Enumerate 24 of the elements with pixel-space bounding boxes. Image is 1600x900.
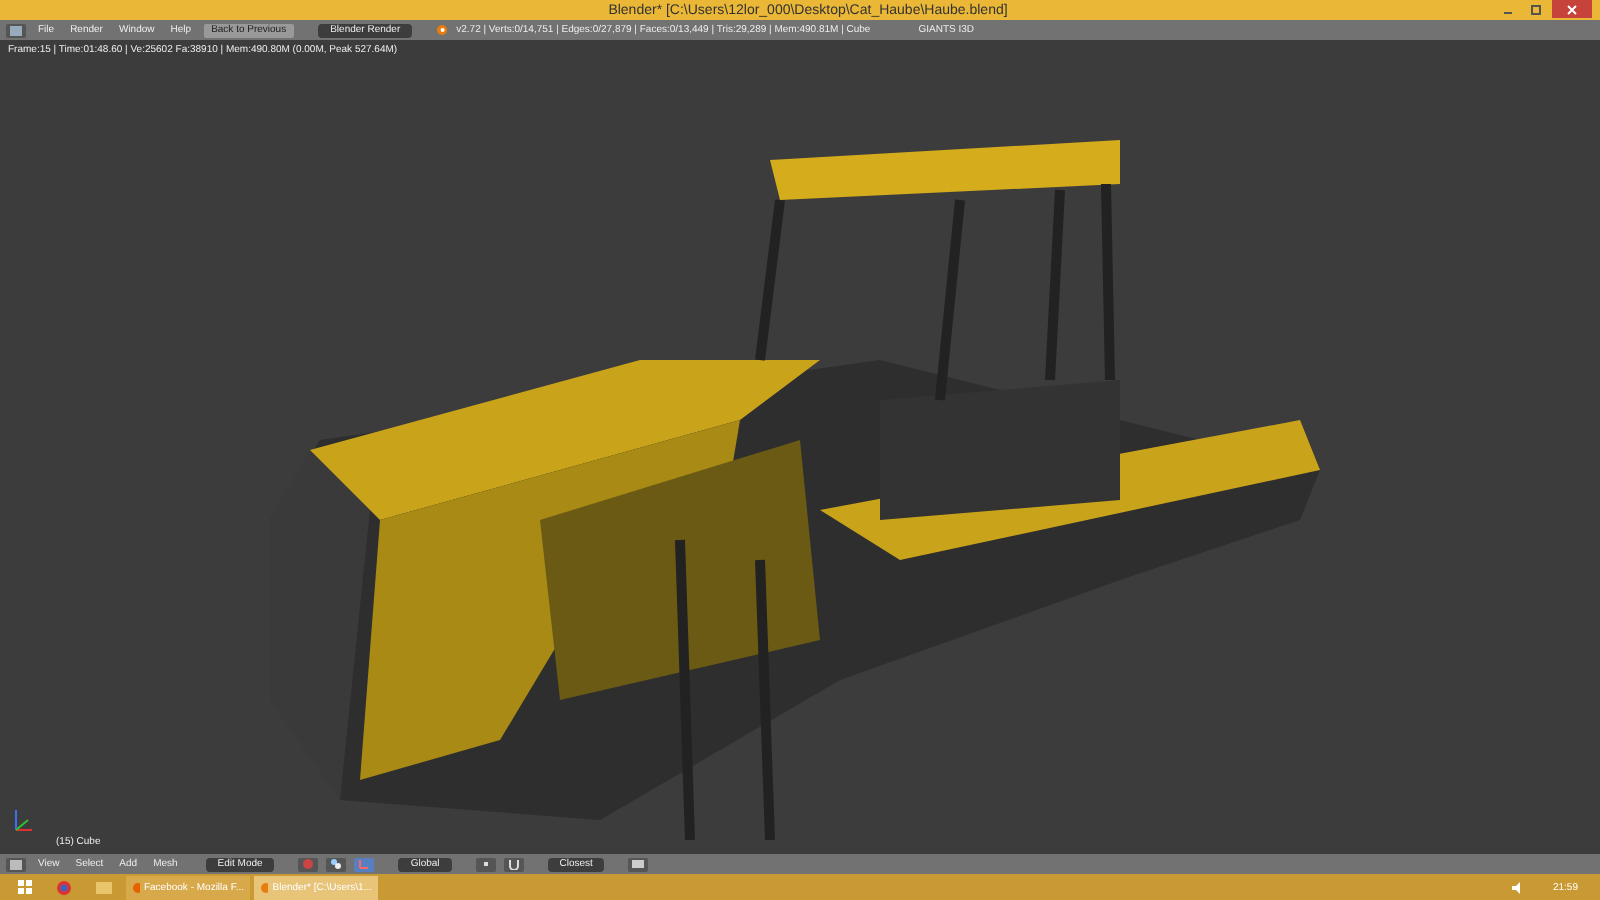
editor-type-button[interactable]	[6, 857, 26, 871]
vertex-icon	[479, 858, 492, 870]
close-button[interactable]	[1552, 0, 1592, 18]
render-button[interactable]	[628, 857, 649, 871]
close-icon	[1566, 3, 1578, 15]
sphere-icon	[302, 858, 315, 870]
pivot-button[interactable]	[326, 857, 347, 871]
camera-icon	[632, 858, 645, 870]
app-icon	[132, 881, 140, 893]
cube-icon	[10, 859, 22, 869]
magnet-button[interactable]	[503, 857, 524, 871]
windows-logo-icon	[17, 880, 31, 894]
blender-logo-icon	[436, 24, 449, 36]
speaker-icon	[1512, 881, 1525, 893]
editor-type-button[interactable]	[6, 23, 26, 37]
folder-icon	[96, 880, 112, 894]
app-icon	[260, 881, 269, 893]
maximize-icon	[1530, 3, 1542, 15]
vertex-select-button[interactable]	[475, 857, 496, 871]
axes-icon	[358, 858, 371, 870]
grid-icon	[10, 25, 22, 35]
dots-icon	[330, 858, 343, 870]
browser-icon	[56, 879, 72, 895]
magnet-icon	[507, 858, 520, 870]
